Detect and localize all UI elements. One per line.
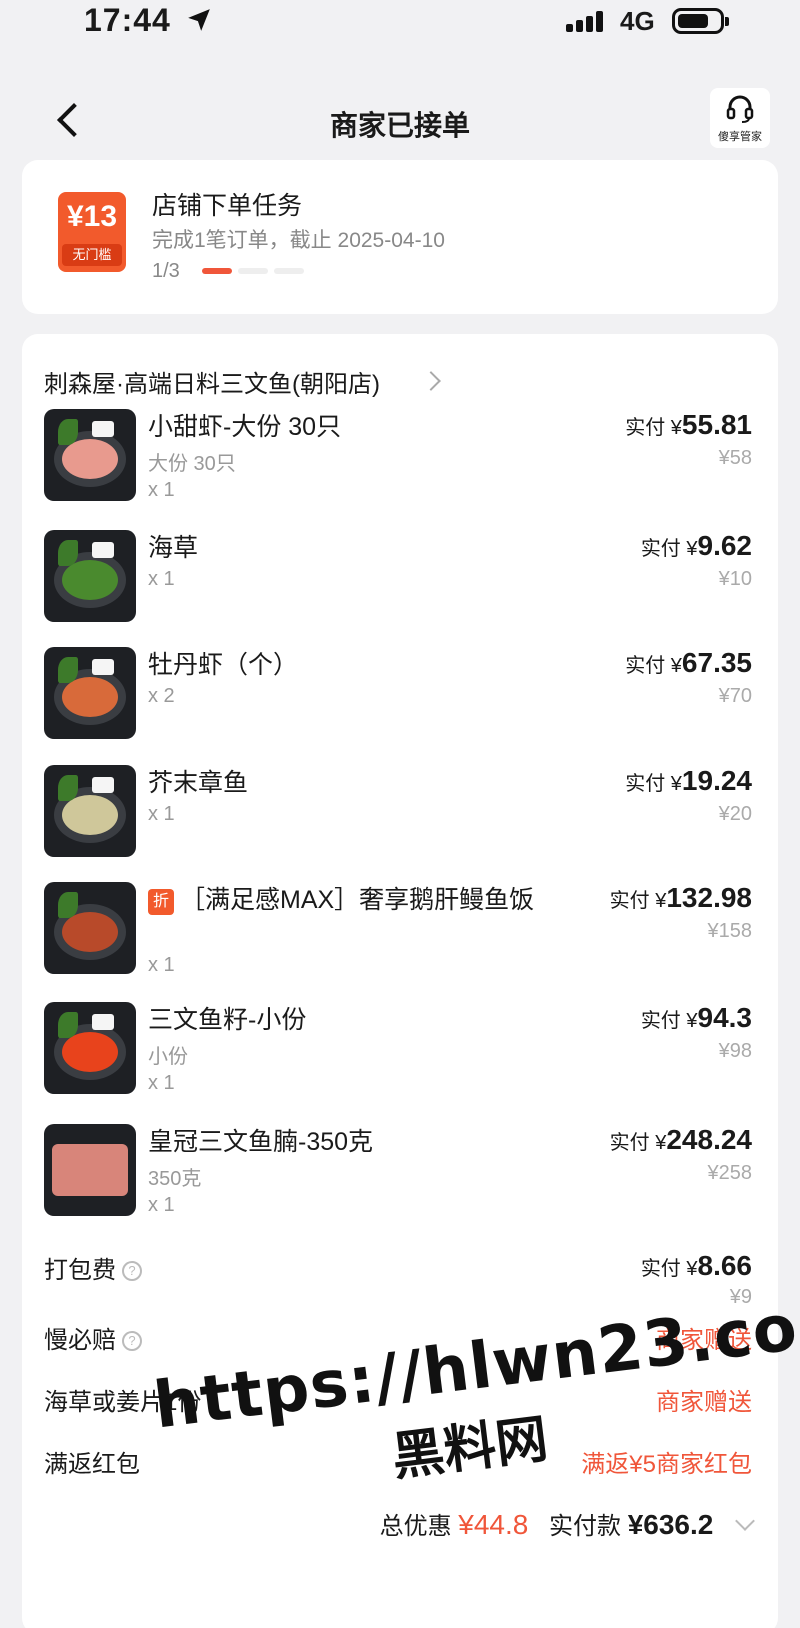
- order-item: 芥末章鱼 x 1 实付 ¥19.24 ¥20: [22, 765, 778, 875]
- order-item: 皇冠三文鱼腩-350克 350克 x 1 实付 ¥248.24 ¥258: [22, 1124, 778, 1234]
- location-arrow-icon: [188, 9, 210, 31]
- headset-icon: [726, 95, 754, 123]
- item-spec: 大份 30只: [148, 453, 236, 475]
- item-spec: 350克: [148, 1168, 202, 1190]
- item-image: [44, 530, 136, 622]
- item-quantity: x 1: [148, 568, 175, 590]
- item-name: 小甜虾-大份 30只: [148, 413, 342, 441]
- total-paid-value: ¥636.2: [627, 1509, 714, 1540]
- packing-fee-label: 打包费?: [44, 1250, 142, 1285]
- coupon-threshold: 无门槛: [62, 244, 122, 266]
- item-image: [44, 647, 136, 739]
- item-quantity: x 1: [148, 1072, 175, 1094]
- shop-task-card[interactable]: ¥13 无门槛 店铺下单任务 完成1笔订单，截止 2025-04-10 1/3: [22, 160, 778, 314]
- page-title: 商家已接单: [329, 110, 470, 141]
- item-image: [44, 765, 136, 857]
- item-quantity: x 2: [148, 685, 175, 707]
- task-title: 店铺下单任务: [152, 192, 303, 220]
- customer-service-button[interactable]: 傻享管家: [710, 88, 770, 148]
- shop-name-link[interactable]: 刺森屋·高端日料三文鱼(朝阳店): [44, 364, 380, 399]
- item-original-price: ¥98: [718, 1040, 752, 1062]
- item-original-price: ¥158: [707, 920, 753, 942]
- item-original-price: ¥58: [718, 447, 752, 469]
- total-paid-label: 实付款: [549, 1513, 622, 1540]
- item-paid-price: 实付 ¥67.35: [625, 647, 752, 678]
- packing-fee-original: ¥9: [729, 1286, 752, 1308]
- gift-label: 海草或姜片1份: [44, 1389, 202, 1416]
- task-progress-bar: [202, 268, 304, 274]
- item-name: 三文鱼籽-小份: [148, 1006, 307, 1034]
- nav-bar: 商家已接单 傻享管家: [0, 80, 800, 160]
- packing-fee-paid: 实付 ¥8.66: [640, 1250, 752, 1281]
- item-quantity: x 1: [148, 479, 175, 501]
- item-spec: 小份: [148, 1046, 188, 1068]
- chevron-down-icon[interactable]: [735, 1511, 755, 1531]
- order-item: 海草 x 1 实付 ¥9.62 ¥10: [22, 530, 778, 640]
- late-guarantee-row: 慢必赔? 商家赠送: [22, 1320, 778, 1360]
- chevron-right-icon: [421, 371, 441, 391]
- signal-icon: [566, 10, 610, 32]
- item-quantity: x 1: [148, 1194, 175, 1216]
- progress-segment: [202, 268, 232, 274]
- item-image: [44, 1002, 136, 1094]
- discount-badge: 折: [148, 889, 174, 915]
- status-time: 17:44: [84, 2, 171, 38]
- order-item: 三文鱼籽-小份 小份 x 1 实付 ¥94.3 ¥98: [22, 1002, 778, 1112]
- gift-row: 海草或姜片1份 商家赠送: [22, 1382, 778, 1422]
- total-discount-value: ¥44.8: [458, 1509, 529, 1540]
- late-guarantee-value: 商家赠送: [656, 1327, 752, 1354]
- item-paid-price: 实付 ¥19.24: [625, 765, 752, 796]
- order-summary[interactable]: 总优惠 ¥44.8 实付款 ¥636.2: [379, 1506, 755, 1541]
- customer-service-label: 傻享管家: [718, 131, 762, 143]
- item-paid-price: 实付 ¥94.3: [640, 1002, 752, 1033]
- item-name: 牡丹虾（个）: [148, 651, 299, 679]
- red-packet-row: 满返红包 满返¥5商家红包: [22, 1444, 778, 1484]
- progress-segment: [274, 268, 304, 274]
- help-icon[interactable]: ?: [122, 1331, 142, 1351]
- coupon-amount: ¥13: [66, 200, 118, 233]
- item-name: 海草: [148, 534, 199, 562]
- item-name: 皇冠三文鱼腩-350克: [148, 1128, 374, 1156]
- item-name: 芥末章鱼: [148, 769, 249, 797]
- order-item: 牡丹虾（个） x 2 实付 ¥67.35 ¥70: [22, 647, 778, 757]
- item-paid-price: 实付 ¥248.24: [609, 1124, 752, 1155]
- item-quantity: x 1: [148, 803, 175, 825]
- packing-fee-row: 打包费? 实付 ¥8.66 ¥9: [22, 1250, 778, 1314]
- item-original-price: ¥70: [718, 685, 752, 707]
- task-progress-text: 1/3: [152, 260, 180, 282]
- item-original-price: ¥20: [718, 803, 752, 825]
- item-paid-price: 实付 ¥132.98: [609, 882, 752, 913]
- item-quantity: x 1: [148, 954, 175, 976]
- battery-icon: [672, 8, 729, 34]
- item-original-price: ¥258: [707, 1162, 753, 1184]
- item-paid-price: 实付 ¥9.62: [640, 530, 752, 561]
- red-packet-label: 满返红包: [44, 1451, 140, 1478]
- status-bar: 17:44 4G: [0, 0, 800, 44]
- order-item: 折 ［满足感MAX］奢享鹅肝鳗鱼饭 x 1 实付 ¥132.98 ¥158: [22, 882, 778, 982]
- order-item: 小甜虾-大份 30只 大份 30只 x 1 实付 ¥55.81 ¥58: [22, 409, 778, 519]
- red-packet-value: 满返¥5商家红包: [581, 1451, 752, 1478]
- item-image: [44, 1124, 136, 1216]
- item-name: 折 ［满足感MAX］奢享鹅肝鳗鱼饭: [148, 884, 548, 916]
- order-card: 刺森屋·高端日料三文鱼(朝阳店) 小甜虾-大份 30只 大份 30只 x 1 实…: [22, 334, 778, 1628]
- item-paid-price: 实付 ¥55.81: [625, 409, 752, 440]
- progress-segment: [238, 268, 268, 274]
- coupon-icon: ¥13 无门槛: [58, 192, 126, 272]
- task-description: 完成1笔订单，截止 2025-04-10: [152, 229, 445, 252]
- network-label: 4G: [620, 6, 655, 36]
- item-original-price: ¥10: [718, 568, 752, 590]
- late-guarantee-label: 慢必赔?: [44, 1320, 142, 1355]
- total-discount-label: 总优惠: [379, 1513, 452, 1540]
- help-icon[interactable]: ?: [122, 1261, 142, 1281]
- gift-value: 商家赠送: [656, 1389, 752, 1416]
- item-image: [44, 882, 136, 974]
- item-image: [44, 409, 136, 501]
